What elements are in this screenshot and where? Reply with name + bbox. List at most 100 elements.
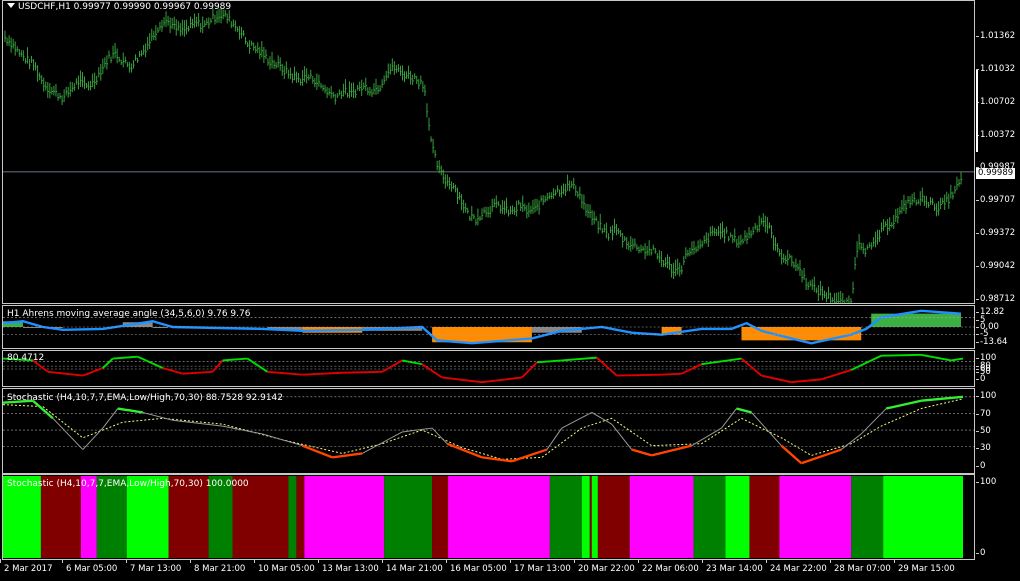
stoch-color-bar xyxy=(629,475,694,559)
stoch-main-segment xyxy=(511,448,548,463)
stoch-color-bar xyxy=(296,475,305,559)
ahrens-bar xyxy=(871,313,962,327)
dropdown-triangle-icon[interactable] xyxy=(7,3,15,8)
time-tick: 10 Mar 05:00 xyxy=(254,559,315,574)
scale-bar[interactable] xyxy=(976,70,978,152)
osc-segment xyxy=(401,359,423,366)
stochastic-axis[interactable]: 100 70 50 30 0 xyxy=(975,388,1020,474)
osc-segment xyxy=(950,357,964,362)
time-tick: 24 Mar 22:00 xyxy=(766,559,827,574)
stoch-main-segment xyxy=(840,433,862,450)
price-tick: 0.99372 xyxy=(975,228,1016,238)
stoch-color-bar xyxy=(432,475,449,559)
stoch-main-segment xyxy=(362,431,403,454)
stoch-color-bar xyxy=(851,475,884,559)
osc-segment xyxy=(102,357,114,369)
oscillator-plot-area[interactable] xyxy=(2,350,975,387)
price-tick: 1.00702 xyxy=(975,97,1016,107)
time-tick: 23 Mar 14:00 xyxy=(702,559,763,574)
osc-segment xyxy=(920,353,952,362)
price-tick: 0.99707 xyxy=(975,195,1016,205)
stoch-color-bar xyxy=(288,475,297,559)
stoch-main-segment xyxy=(431,427,448,445)
ahrens-indicator-pane[interactable]: H1 Ahrens moving average angle (34,5,6,0… xyxy=(0,305,1020,349)
price-tick: 1.00372 xyxy=(975,130,1016,140)
time-tick: 2 Mar 2017 xyxy=(0,559,53,574)
stoch-main-segment xyxy=(591,412,613,425)
stoch-tick: 70 xyxy=(976,409,991,419)
price-axis[interactable]: 1.01362 1.01032 1.00702 1.00372 0.99987 … xyxy=(975,0,1020,304)
stoch-main-segment xyxy=(885,399,922,410)
stoch-main-segment xyxy=(446,442,483,459)
time-tick: 17 Mar 13:00 xyxy=(510,559,571,574)
main-chart-pane[interactable]: USDCHF,H1 0.99977 0.99990 0.99967 0.9998… xyxy=(0,0,1020,304)
stoch-color-bar xyxy=(304,475,385,559)
stoch-color-bar xyxy=(749,475,780,559)
price-tick: 1.01032 xyxy=(975,64,1016,74)
symbol-label: USDCHF,H1 0.99977 0.99990 0.99967 0.9998… xyxy=(7,2,231,12)
main-plot-area[interactable] xyxy=(2,0,975,304)
time-tick: 20 Mar 22:00 xyxy=(574,559,635,574)
ahrens-axis[interactable]: 12.82 5 0.00 -5 -13.64 xyxy=(975,305,1020,349)
stoch-tick: 100 xyxy=(975,391,997,401)
osc-segment xyxy=(342,370,383,374)
stoch-main-segment xyxy=(82,427,104,450)
ahrens-tick: -13.64 xyxy=(975,337,1008,347)
osc-segment xyxy=(521,361,538,379)
current-price-tag: 0.99989 xyxy=(976,168,1016,179)
osc-segment xyxy=(661,372,682,376)
osc-tick: 0 xyxy=(975,374,986,384)
stochastic-pane[interactable]: Stochastic (H4,10,7,7,EMA,Low/High,70,30… xyxy=(0,388,1020,474)
osc-segment xyxy=(112,355,138,360)
ahrens-label: H1 Ahrens moving average angle (34,5,6,0… xyxy=(7,309,251,319)
stoch2-tick: 100 xyxy=(975,477,997,487)
stoch-color-bar xyxy=(581,475,590,559)
price-tick: 1.01362 xyxy=(975,31,1016,41)
time-tick: 14 Mar 21:00 xyxy=(382,559,443,574)
osc-segment xyxy=(850,354,882,371)
stoch-color-bar xyxy=(591,475,598,559)
stoch-main-segment xyxy=(117,407,143,414)
osc-segment xyxy=(211,359,224,373)
stoch-color-bar xyxy=(693,475,726,559)
oscillator-label: 80.4712 xyxy=(7,353,45,363)
stoch-main-segment xyxy=(102,408,119,429)
time-tick: 28 Mar 07:00 xyxy=(830,559,891,574)
osc-segment xyxy=(47,370,83,377)
osc-segment xyxy=(561,356,597,362)
osc-segment xyxy=(441,376,483,384)
stochastic-label: Stochastic (H4,10,7,7,EMA,Low/High,70,30… xyxy=(7,393,283,403)
time-axis[interactable]: 2 Mar 2017 6 Mar 05:00 7 Mar 13:00 8 Mar… xyxy=(0,559,1020,581)
time-tick: 8 Mar 21:00 xyxy=(189,559,246,574)
stoch2-tick: 0 xyxy=(975,548,986,558)
time-tick: 6 Mar 05:00 xyxy=(61,559,118,574)
price-bars xyxy=(3,7,974,303)
osc-segment xyxy=(740,357,763,377)
stoch-color-bar xyxy=(779,475,852,559)
stoch-main-segment xyxy=(800,448,842,465)
stoch-main-segment xyxy=(691,427,722,447)
stochastic-histogram-pane[interactable]: Stochastic (H4,10,7,7,EMA,Low/High,70,30… xyxy=(0,474,1020,560)
stoch-signal-line xyxy=(3,398,964,460)
osc-segment xyxy=(616,373,662,377)
osc-segment xyxy=(481,376,523,384)
oscillator-axis[interactable]: 100 80 60 50 0 xyxy=(975,350,1020,387)
time-tick: 16 Mar 05:00 xyxy=(446,559,507,574)
osc-segment xyxy=(222,357,248,362)
time-tick: 22 Mar 06:00 xyxy=(638,559,699,574)
osc-segment xyxy=(246,357,269,373)
osc-segment xyxy=(536,359,562,364)
osc-segment xyxy=(596,356,618,377)
osc-segment xyxy=(137,355,164,369)
stoch-main-segment xyxy=(751,412,782,446)
osc-segment xyxy=(820,369,852,381)
stoch-tick: 0 xyxy=(975,461,986,471)
price-tick: 0.99042 xyxy=(975,261,1016,271)
oscillator-pane[interactable]: 80.4712 100 80 60 50 0 xyxy=(0,350,1020,387)
stochastic-histogram-axis[interactable]: 100 0 xyxy=(975,474,1020,560)
time-tick: 29 Mar 15:00 xyxy=(894,559,955,574)
stoch-color-bar xyxy=(549,475,582,559)
stoch-main-segment xyxy=(546,427,563,450)
stoch-color-bar xyxy=(883,475,964,559)
osc-segment xyxy=(791,378,822,384)
